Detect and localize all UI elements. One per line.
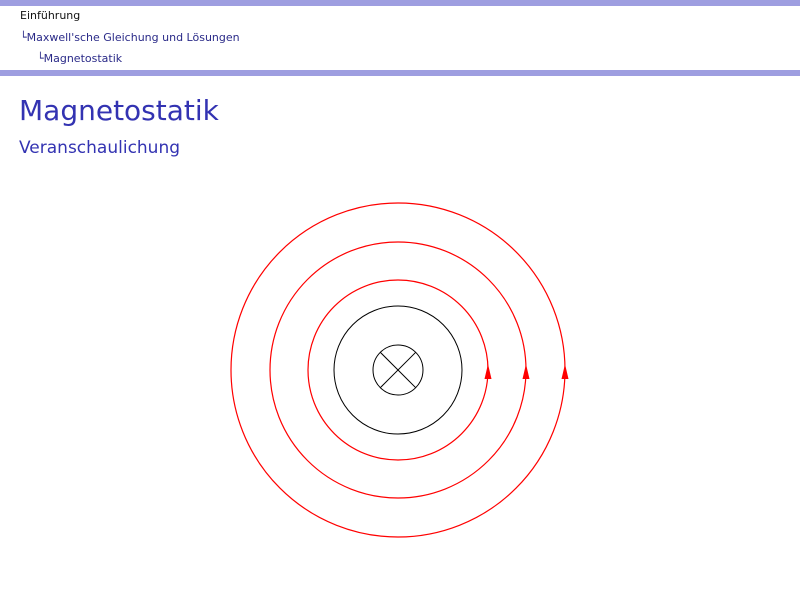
field-arrow-middle-icon xyxy=(522,364,530,379)
magnetic-field-diagram xyxy=(230,202,569,538)
field-arrow-inner-icon xyxy=(484,364,492,379)
current-into-page-icon xyxy=(372,344,424,396)
field-arrow-outer-icon xyxy=(561,364,569,379)
